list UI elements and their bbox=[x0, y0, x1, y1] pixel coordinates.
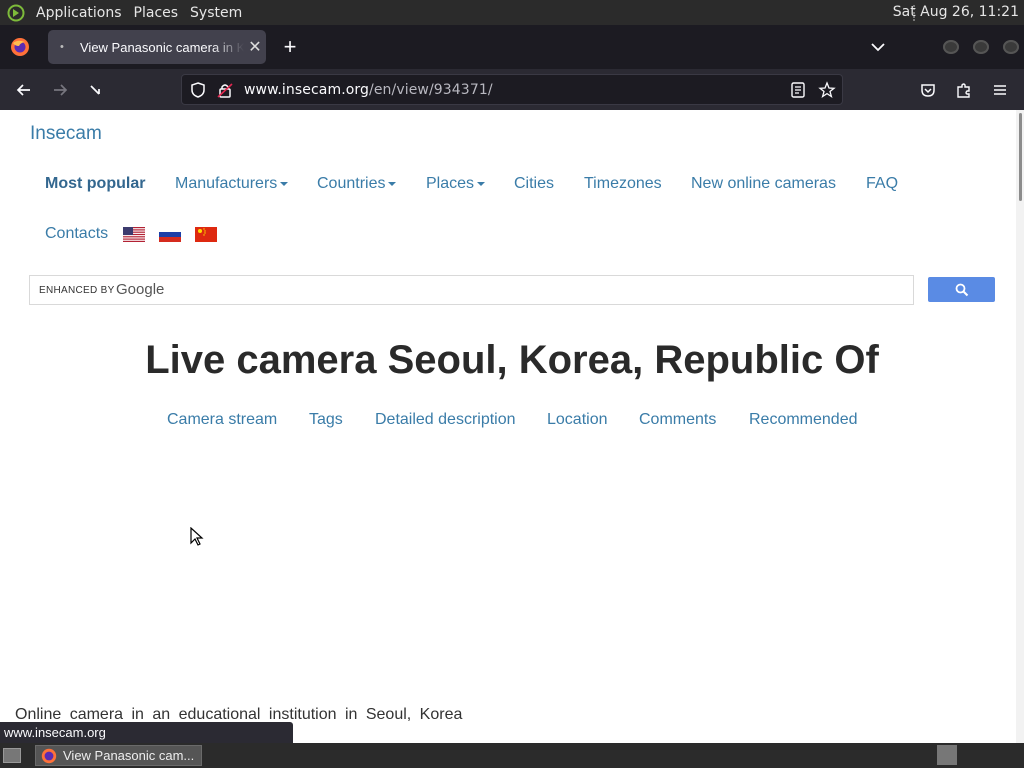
app-menu-button[interactable] bbox=[988, 78, 1012, 102]
system-menu[interactable]: System bbox=[186, 5, 250, 21]
page-scrollbar[interactable] bbox=[1016, 110, 1024, 743]
hamburger-menu-icon bbox=[994, 85, 1006, 95]
maximize-window-button[interactable] bbox=[973, 40, 989, 54]
system-top-bar: Applications Places System Sat Aug 26, 1… bbox=[0, 0, 1024, 25]
places-menu[interactable]: Places bbox=[130, 5, 187, 21]
stop-icon bbox=[90, 85, 100, 95]
back-button[interactable] bbox=[12, 78, 36, 102]
section-recommended-link[interactable]: Recommended bbox=[749, 411, 858, 429]
taskbar-window-label: View Panasonic cam... bbox=[63, 748, 195, 763]
nav-new-online-cameras[interactable]: New online cameras bbox=[691, 175, 836, 193]
section-detailed-description-link[interactable]: Detailed description bbox=[375, 411, 516, 429]
nav-manufacturers[interactable]: Manufacturers bbox=[175, 175, 289, 193]
taskbar-firefox-window[interactable]: View Panasonic cam... bbox=[35, 745, 202, 766]
section-tags-link[interactable]: Tags bbox=[309, 411, 343, 429]
web-page: Insecam Most popular Manufacturers Count… bbox=[0, 110, 1016, 743]
url-path: /en/view/934371/ bbox=[369, 82, 493, 98]
nav-manufacturers-label: Manufacturers bbox=[175, 175, 278, 192]
extensions-button[interactable] bbox=[952, 78, 976, 102]
site-brand-link[interactable]: Insecam bbox=[30, 123, 102, 145]
address-bar[interactable]: www.insecam.org/en/view/934371/ bbox=[181, 74, 843, 105]
url-host: www.insecam.org bbox=[244, 82, 370, 98]
search-button[interactable] bbox=[928, 277, 995, 302]
browser-nav-bar: www.insecam.org/en/view/934371/ bbox=[0, 69, 1024, 110]
url-text[interactable]: www.insecam.org/en/view/934371/ bbox=[244, 82, 493, 98]
nav-most-popular[interactable]: Most popular bbox=[45, 175, 145, 193]
flag-us-icon[interactable] bbox=[123, 227, 145, 242]
section-camera-stream-link[interactable]: Camera stream bbox=[167, 411, 277, 429]
dropdown-caret-icon bbox=[280, 181, 289, 186]
firefox-icon bbox=[41, 748, 57, 763]
nav-countries-label: Countries bbox=[317, 175, 386, 192]
nav-contacts[interactable]: Contacts bbox=[45, 225, 108, 243]
tab-title: View Panasonic camera in Korea bbox=[80, 39, 244, 55]
enhanced-by-label: ENHANCED BY bbox=[39, 285, 115, 296]
puzzle-icon bbox=[957, 83, 970, 98]
firefox-icon[interactable] bbox=[10, 37, 30, 57]
forward-button[interactable] bbox=[48, 78, 72, 102]
nav-countries[interactable]: Countries bbox=[317, 175, 397, 193]
section-location-link[interactable]: Location bbox=[547, 411, 608, 429]
pocket-icon bbox=[921, 84, 935, 97]
mouse-cursor-icon bbox=[190, 526, 204, 547]
search-icon bbox=[955, 283, 968, 296]
flag-cn-icon[interactable] bbox=[195, 227, 217, 242]
close-window-button[interactable] bbox=[1003, 40, 1019, 54]
tray-firefox-icon[interactable] bbox=[937, 745, 957, 765]
nav-places-label: Places bbox=[426, 175, 475, 192]
nav-timezones[interactable]: Timezones bbox=[584, 175, 662, 193]
stop-loading-button[interactable] bbox=[83, 78, 107, 102]
flag-ru-icon[interactable] bbox=[159, 227, 181, 242]
tab-active[interactable]: • View Panasonic camera in Korea ✕ bbox=[48, 30, 266, 64]
scrollbar-thumb[interactable] bbox=[1019, 113, 1022, 201]
section-comments-link[interactable]: Comments bbox=[639, 411, 716, 429]
clock[interactable]: Sat Aug 26, 11:21 bbox=[893, 4, 1019, 20]
bookmark-star-icon[interactable] bbox=[818, 81, 836, 99]
google-search-input[interactable]: ENHANCED BY Google bbox=[29, 275, 914, 305]
browser-tab-bar: • View Panasonic camera in Korea ✕ + bbox=[0, 25, 1024, 69]
close-tab-icon[interactable]: ✕ bbox=[244, 37, 266, 57]
insecure-lock-icon[interactable] bbox=[216, 81, 234, 99]
dropdown-caret-icon bbox=[388, 181, 397, 186]
back-arrow-icon bbox=[16, 84, 30, 96]
forward-arrow-icon bbox=[54, 84, 68, 96]
nav-faq[interactable]: FAQ bbox=[866, 175, 898, 193]
loading-throbber-icon: • bbox=[60, 41, 64, 53]
distro-logo-icon[interactable] bbox=[6, 3, 26, 23]
page-title: Live camera Seoul, Korea, Republic Of bbox=[145, 338, 879, 382]
minimize-window-button[interactable] bbox=[943, 40, 959, 54]
dropdown-caret-icon bbox=[477, 181, 486, 186]
reader-view-icon[interactable] bbox=[789, 81, 807, 99]
applications-menu[interactable]: Applications bbox=[32, 5, 130, 21]
nav-cities[interactable]: Cities bbox=[514, 175, 554, 193]
link-status-tooltip: www.insecam.org bbox=[0, 722, 293, 743]
nav-places[interactable]: Places bbox=[426, 175, 486, 193]
tab-list-chevron-icon[interactable] bbox=[868, 37, 890, 57]
pocket-button[interactable] bbox=[916, 78, 940, 102]
new-tab-button[interactable]: + bbox=[280, 33, 300, 61]
bottom-taskbar: View Panasonic cam... bbox=[0, 743, 1024, 768]
show-desktop-icon[interactable] bbox=[3, 748, 21, 763]
google-logo-text: Google bbox=[116, 281, 165, 298]
tracking-protection-shield-icon[interactable] bbox=[189, 81, 207, 99]
